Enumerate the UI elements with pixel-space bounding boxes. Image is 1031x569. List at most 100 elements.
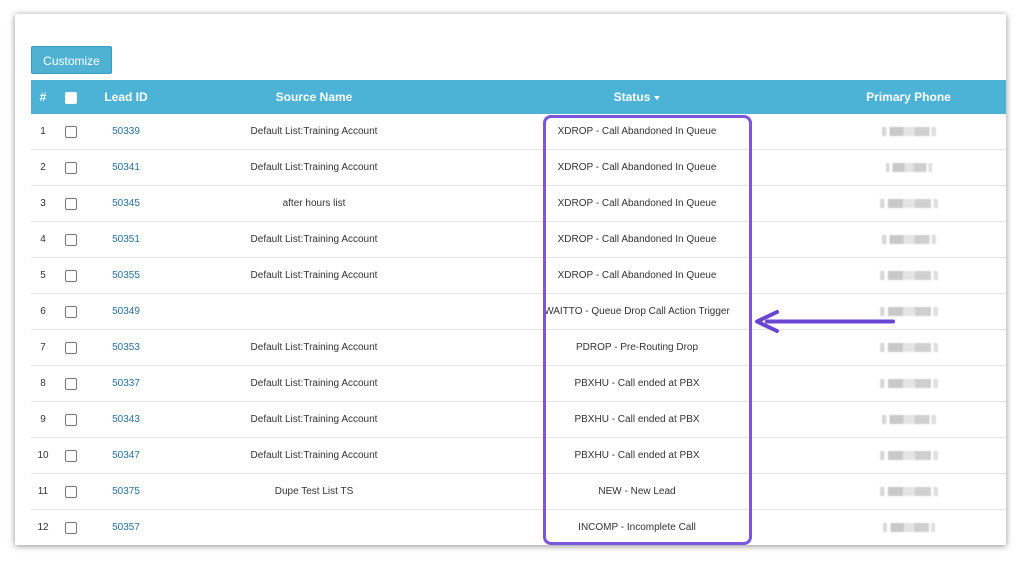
row-checkbox[interactable] [65, 377, 77, 390]
primary-phone-cell [811, 149, 1006, 186]
header-lead-id[interactable]: Lead ID [87, 80, 165, 114]
header-primary-phone[interactable]: Primary Phone [811, 80, 1006, 114]
status-cell: WAITTO - Queue Drop Call Action Trigger [463, 293, 811, 330]
source-name-cell: Default List:Training Account [165, 401, 463, 438]
redacted-phone [879, 342, 938, 352]
table-row[interactable]: 4 50351 Default List:Training Account XDROP… [31, 221, 1006, 258]
lead-id-link[interactable]: 50349 [112, 306, 140, 317]
lead-id-link[interactable]: 50353 [112, 342, 140, 353]
row-checkbox[interactable] [65, 269, 77, 282]
row-checkbox[interactable] [65, 305, 77, 318]
status-cell: PBXHU - Call ended at PBX [463, 365, 811, 402]
redacted-phone [882, 522, 935, 532]
row-num: 12 [31, 509, 55, 545]
lead-id-cell: 50375 [87, 473, 165, 510]
source-name-cell [165, 509, 463, 545]
header-source-name[interactable]: Source Name [165, 80, 463, 114]
row-select-cell [55, 293, 87, 330]
row-checkbox[interactable] [65, 233, 77, 246]
status-cell: XDROP - Call Abandoned In Queue [463, 185, 811, 222]
primary-phone-cell [811, 437, 1006, 474]
row-num: 6 [31, 293, 55, 330]
primary-phone-cell [811, 365, 1006, 402]
status-cell: PDROP - Pre-Routing Drop [463, 329, 811, 366]
source-name-cell: after hours list [165, 185, 463, 222]
table-row[interactable]: 1 50339 Default List:Training Account XDROP… [31, 114, 1006, 150]
header-status[interactable]: Status [463, 80, 811, 114]
source-name-cell: Default List:Training Account [165, 221, 463, 258]
select-all-checkbox[interactable] [65, 91, 77, 104]
primary-phone-cell [811, 185, 1006, 222]
row-checkbox[interactable] [65, 413, 77, 426]
redacted-phone [879, 378, 938, 388]
table-row[interactable]: 6 50349 WAITTO - Queue Drop Call Action Tr… [31, 293, 1006, 330]
source-name-cell: Default List:Training Account [165, 114, 463, 150]
row-checkbox[interactable] [65, 485, 77, 498]
status-cell: INCOMP - Incomplete Call [463, 509, 811, 545]
redacted-phone [879, 198, 938, 208]
row-select-cell [55, 221, 87, 258]
header-status-label: Status [613, 90, 651, 104]
row-checkbox[interactable] [65, 521, 77, 534]
row-checkbox[interactable] [65, 125, 77, 138]
sort-caret-down-icon [654, 95, 661, 100]
redacted-phone [879, 450, 938, 460]
row-num: 7 [31, 329, 55, 366]
primary-phone-cell [811, 293, 1006, 330]
table-row[interactable]: 3 50345 after hours list XDROP - Call Aband… [31, 185, 1006, 222]
redacted-phone [881, 126, 936, 136]
header-num: # [39, 90, 47, 104]
lead-id-link[interactable]: 50341 [112, 162, 140, 173]
row-select-cell [55, 401, 87, 438]
lead-id-cell: 50343 [87, 401, 165, 438]
lead-id-cell: 50345 [87, 185, 165, 222]
table-row[interactable]: 5 50355 Default List:Training Account XDROP… [31, 257, 1006, 294]
customize-button[interactable]: Customize [31, 46, 112, 74]
table-row[interactable]: 9 50343 Default List:Training Account PBXHU… [31, 401, 1006, 438]
lead-id-link[interactable]: 50357 [112, 522, 140, 533]
table-row[interactable]: 11 50375 Dupe Test List TS NEW - New Lead [31, 473, 1006, 510]
row-checkbox[interactable] [65, 161, 77, 174]
row-checkbox[interactable] [65, 449, 77, 462]
table-header-row: # Lead ID Source Name Status Primary Pho… [31, 80, 1006, 114]
row-num: 1 [31, 114, 55, 150]
row-select-cell [55, 149, 87, 186]
redacted-phone [879, 270, 938, 280]
lead-id-cell: 50347 [87, 437, 165, 474]
table-row[interactable]: 10 50347 Default List:Training Account PBXH… [31, 437, 1006, 474]
lead-id-link[interactable]: 50375 [112, 486, 140, 497]
lead-id-cell: 50355 [87, 257, 165, 294]
lead-id-cell: 50341 [87, 149, 165, 186]
row-checkbox[interactable] [65, 197, 77, 210]
header-select-all [55, 80, 87, 114]
row-select-cell [55, 329, 87, 366]
table-row[interactable]: 2 50341 Default List:Training Account XDROP… [31, 149, 1006, 186]
status-cell: XDROP - Call Abandoned In Queue [463, 257, 811, 294]
lead-id-link[interactable]: 50343 [112, 414, 140, 425]
primary-phone-cell [811, 114, 1006, 150]
lead-id-link[interactable]: 50351 [112, 234, 140, 245]
lead-id-link[interactable]: 50337 [112, 378, 140, 389]
lead-id-cell: 50349 [87, 293, 165, 330]
lead-id-link[interactable]: 50345 [112, 198, 140, 209]
table-row[interactable]: 12 50357 INCOMP - Incomplete Call [31, 509, 1006, 545]
lead-id-link[interactable]: 50347 [112, 450, 140, 461]
lead-id-link[interactable]: 50339 [112, 126, 140, 137]
row-num: 3 [31, 185, 55, 222]
row-num: 5 [31, 257, 55, 294]
row-num: 8 [31, 365, 55, 402]
row-select-cell [55, 185, 87, 222]
primary-phone-cell [811, 473, 1006, 510]
table-row[interactable]: 7 50353 Default List:Training Account PDROP… [31, 329, 1006, 366]
table-row[interactable]: 8 50337 Default List:Training Account PBXHU… [31, 365, 1006, 402]
lead-id-cell: 50353 [87, 329, 165, 366]
status-cell: NEW - New Lead [463, 473, 811, 510]
row-num: 4 [31, 221, 55, 258]
status-cell: PBXHU - Call ended at PBX [463, 437, 811, 474]
primary-phone-cell [811, 401, 1006, 438]
redacted-phone [881, 414, 936, 424]
lead-id-link[interactable]: 50355 [112, 270, 140, 281]
source-name-cell: Default List:Training Account [165, 257, 463, 294]
row-num: 11 [31, 473, 55, 510]
row-checkbox[interactable] [65, 341, 77, 354]
